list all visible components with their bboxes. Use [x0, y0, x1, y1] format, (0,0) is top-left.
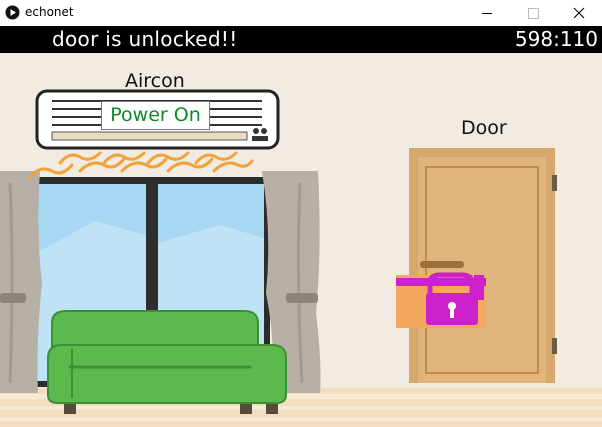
- close-button[interactable]: [556, 0, 602, 26]
- app-play-icon: [5, 5, 20, 20]
- left-curtain: [0, 171, 42, 393]
- status-bar: door is unlocked!! 598:110: [0, 26, 602, 53]
- door-lock-indicator[interactable]: [396, 272, 486, 328]
- minimize-icon: [482, 13, 492, 14]
- close-icon: [573, 7, 585, 19]
- aircon-status-panel: Power On: [101, 101, 210, 130]
- room-scene: Aircon Power On Door: [0, 53, 602, 427]
- door[interactable]: [409, 148, 557, 383]
- title-bar: echonet: [0, 0, 602, 26]
- position-counter: 598:110: [514, 27, 598, 51]
- window-title: echonet: [25, 5, 74, 19]
- sofa: [47, 310, 287, 414]
- app-window: echonet door is unlocked!! 598:110 Airco…: [0, 0, 602, 427]
- door-label: Door: [461, 117, 507, 139]
- aircon-label: Aircon: [125, 70, 185, 92]
- aircon-power-status: Power On: [110, 104, 201, 126]
- maximize-button[interactable]: [510, 0, 556, 26]
- room-illustration: [0, 53, 602, 427]
- status-message: door is unlocked!!: [52, 27, 238, 51]
- maximize-icon: [528, 8, 539, 19]
- minimize-button[interactable]: [464, 0, 510, 26]
